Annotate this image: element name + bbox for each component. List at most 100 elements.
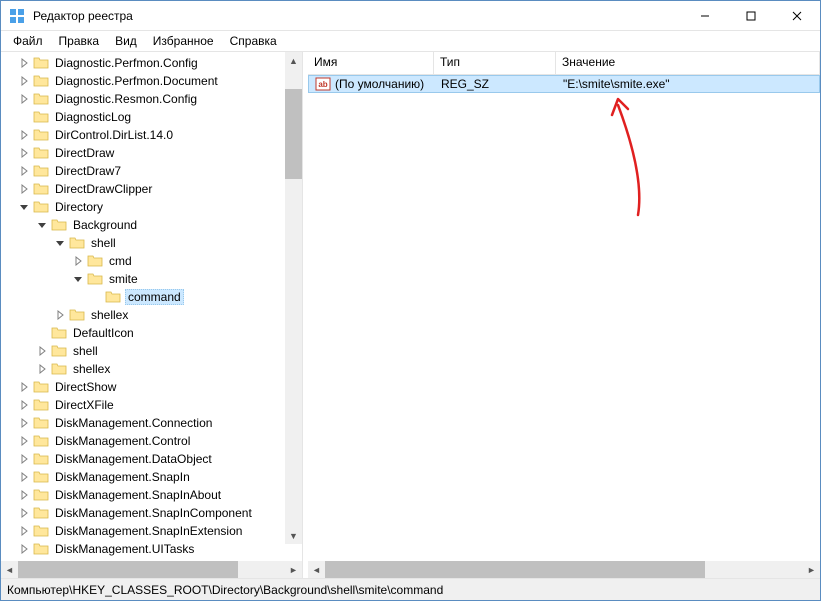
registry-tree[interactable]: Diagnostic.Perfmon.Config Diagnostic.Perf… <box>1 52 302 560</box>
tree-item-label: shellex <box>89 308 130 322</box>
chevron-right-icon[interactable] <box>17 148 31 158</box>
tree-item-label: shell <box>89 236 118 250</box>
list-row[interactable]: ab(По умолчанию)REG_SZ"E:\smite\smite.ex… <box>308 75 820 93</box>
chevron-down-icon[interactable] <box>35 220 49 230</box>
tree-item-label: command <box>125 289 184 305</box>
chevron-right-icon[interactable] <box>35 364 49 374</box>
tree-item[interactable]: DiagnosticLog <box>1 108 302 126</box>
value-name: (По умолчанию) <box>335 77 424 91</box>
tree-item-label: Diagnostic.Perfmon.Config <box>53 56 200 70</box>
tree-item[interactable]: Background <box>1 216 302 234</box>
chevron-right-icon[interactable] <box>71 256 85 266</box>
tree-item-label: DiskManagement.SnapInAbout <box>53 488 223 502</box>
tree-item[interactable]: DefaultIcon <box>1 324 302 342</box>
col-value[interactable]: Значение <box>556 52 820 74</box>
chevron-right-icon[interactable] <box>17 418 31 428</box>
tree-item-label: DiskManagement.UITasks <box>53 542 196 556</box>
tree-item[interactable]: Directory <box>1 198 302 216</box>
chevron-right-icon[interactable] <box>17 454 31 464</box>
tree-hscroll[interactable]: ◄ ► <box>1 561 302 578</box>
tree-item[interactable]: DirectShow <box>1 378 302 396</box>
menu-edit[interactable]: Правка <box>51 32 108 50</box>
col-name[interactable]: Имя <box>308 52 434 74</box>
tree-item[interactable]: shellex <box>1 306 302 324</box>
list-body[interactable]: ab(По умолчанию)REG_SZ"E:\smite\smite.ex… <box>308 75 820 561</box>
tree-item[interactable]: DiskManagement.DataObject <box>1 450 302 468</box>
tree-item[interactable]: DiskManagement.Connection <box>1 414 302 432</box>
chevron-right-icon[interactable] <box>17 400 31 410</box>
tree-item[interactable]: shell <box>1 234 302 252</box>
menu-file[interactable]: Файл <box>5 32 51 50</box>
chevron-right-icon[interactable] <box>17 130 31 140</box>
tree-item-label: Background <box>71 218 139 232</box>
tree-item[interactable]: DiskManagement.SnapInExtension <box>1 522 302 540</box>
menu-favorites[interactable]: Избранное <box>145 32 222 50</box>
tree-vscroll[interactable]: ▲ ▼ <box>285 52 302 544</box>
chevron-right-icon[interactable] <box>35 346 49 356</box>
chevron-right-icon[interactable] <box>17 94 31 104</box>
menu-view[interactable]: Вид <box>107 32 145 50</box>
tree-item[interactable]: DiskManagement.SnapInAbout <box>1 486 302 504</box>
folder-icon <box>51 326 67 340</box>
tree-item[interactable]: Diagnostic.Perfmon.Config <box>1 54 302 72</box>
chevron-right-icon[interactable] <box>17 472 31 482</box>
scroll-left-icon[interactable]: ◄ <box>1 561 18 578</box>
tree-item[interactable]: DiskManagement.Control <box>1 432 302 450</box>
tree-item[interactable]: cmd <box>1 252 302 270</box>
tree-item[interactable]: DirectDraw <box>1 144 302 162</box>
chevron-right-icon[interactable] <box>17 508 31 518</box>
tree-item[interactable]: Diagnostic.Perfmon.Document <box>1 72 302 90</box>
chevron-right-icon[interactable] <box>53 310 67 320</box>
folder-icon <box>33 398 49 412</box>
chevron-right-icon[interactable] <box>17 58 31 68</box>
tree-item-label: DirectDraw <box>53 146 116 160</box>
folder-icon <box>51 362 67 376</box>
tree-item-label: shellex <box>71 362 112 376</box>
chevron-right-icon[interactable] <box>17 526 31 536</box>
tree-item[interactable]: DirectXFile <box>1 396 302 414</box>
chevron-right-icon[interactable] <box>17 436 31 446</box>
status-path: Компьютер\HKEY_CLASSES_ROOT\Directory\Ba… <box>7 583 443 597</box>
folder-icon <box>69 236 85 250</box>
chevron-down-icon[interactable] <box>71 274 85 284</box>
menu-help[interactable]: Справка <box>222 32 285 50</box>
tree-item[interactable]: DiskManagement.SnapInComponent <box>1 504 302 522</box>
chevron-right-icon[interactable] <box>17 184 31 194</box>
list-hscroll-thumb[interactable] <box>325 561 705 578</box>
tree-item[interactable]: DirectDrawClipper <box>1 180 302 198</box>
regedit-window: Редактор реестра Файл Правка Вид Избранн… <box>0 0 821 601</box>
scroll-up-icon[interactable]: ▲ <box>285 52 302 69</box>
minimize-button[interactable] <box>682 1 728 31</box>
chevron-right-icon[interactable] <box>17 382 31 392</box>
chevron-right-icon[interactable] <box>17 166 31 176</box>
maximize-button[interactable] <box>728 1 774 31</box>
tree-item[interactable]: command <box>1 288 302 306</box>
tree-item-label: DiskManagement.SnapInExtension <box>53 524 244 538</box>
tree-item[interactable]: shell <box>1 342 302 360</box>
scroll-down-icon[interactable]: ▼ <box>285 527 302 544</box>
chevron-right-icon[interactable] <box>17 76 31 86</box>
chevron-right-icon[interactable] <box>17 544 31 554</box>
tree-item[interactable]: DiskManagement.UITasks <box>1 540 302 558</box>
col-type[interactable]: Тип <box>434 52 556 74</box>
tree-hscroll-thumb[interactable] <box>18 561 238 578</box>
tree-vscroll-thumb[interactable] <box>285 89 302 179</box>
chevron-down-icon[interactable] <box>17 202 31 212</box>
tree-item[interactable]: smite <box>1 270 302 288</box>
scroll-right-icon[interactable]: ► <box>285 561 302 578</box>
tree-item[interactable]: DirectDraw7 <box>1 162 302 180</box>
folder-icon <box>33 488 49 502</box>
scroll-right-icon[interactable]: ► <box>803 561 820 578</box>
titlebar[interactable]: Редактор реестра <box>1 1 820 31</box>
scroll-left-icon[interactable]: ◄ <box>308 561 325 578</box>
chevron-right-icon[interactable] <box>17 490 31 500</box>
folder-icon <box>33 434 49 448</box>
tree-item-label: DiskManagement.Control <box>53 434 192 448</box>
tree-item[interactable]: DirControl.DirList.14.0 <box>1 126 302 144</box>
tree-item[interactable]: DiskManagement.SnapIn <box>1 468 302 486</box>
close-button[interactable] <box>774 1 820 31</box>
tree-item[interactable]: shellex <box>1 360 302 378</box>
chevron-down-icon[interactable] <box>53 238 67 248</box>
tree-item[interactable]: Diagnostic.Resmon.Config <box>1 90 302 108</box>
list-hscroll[interactable]: ◄ ► <box>308 561 820 578</box>
